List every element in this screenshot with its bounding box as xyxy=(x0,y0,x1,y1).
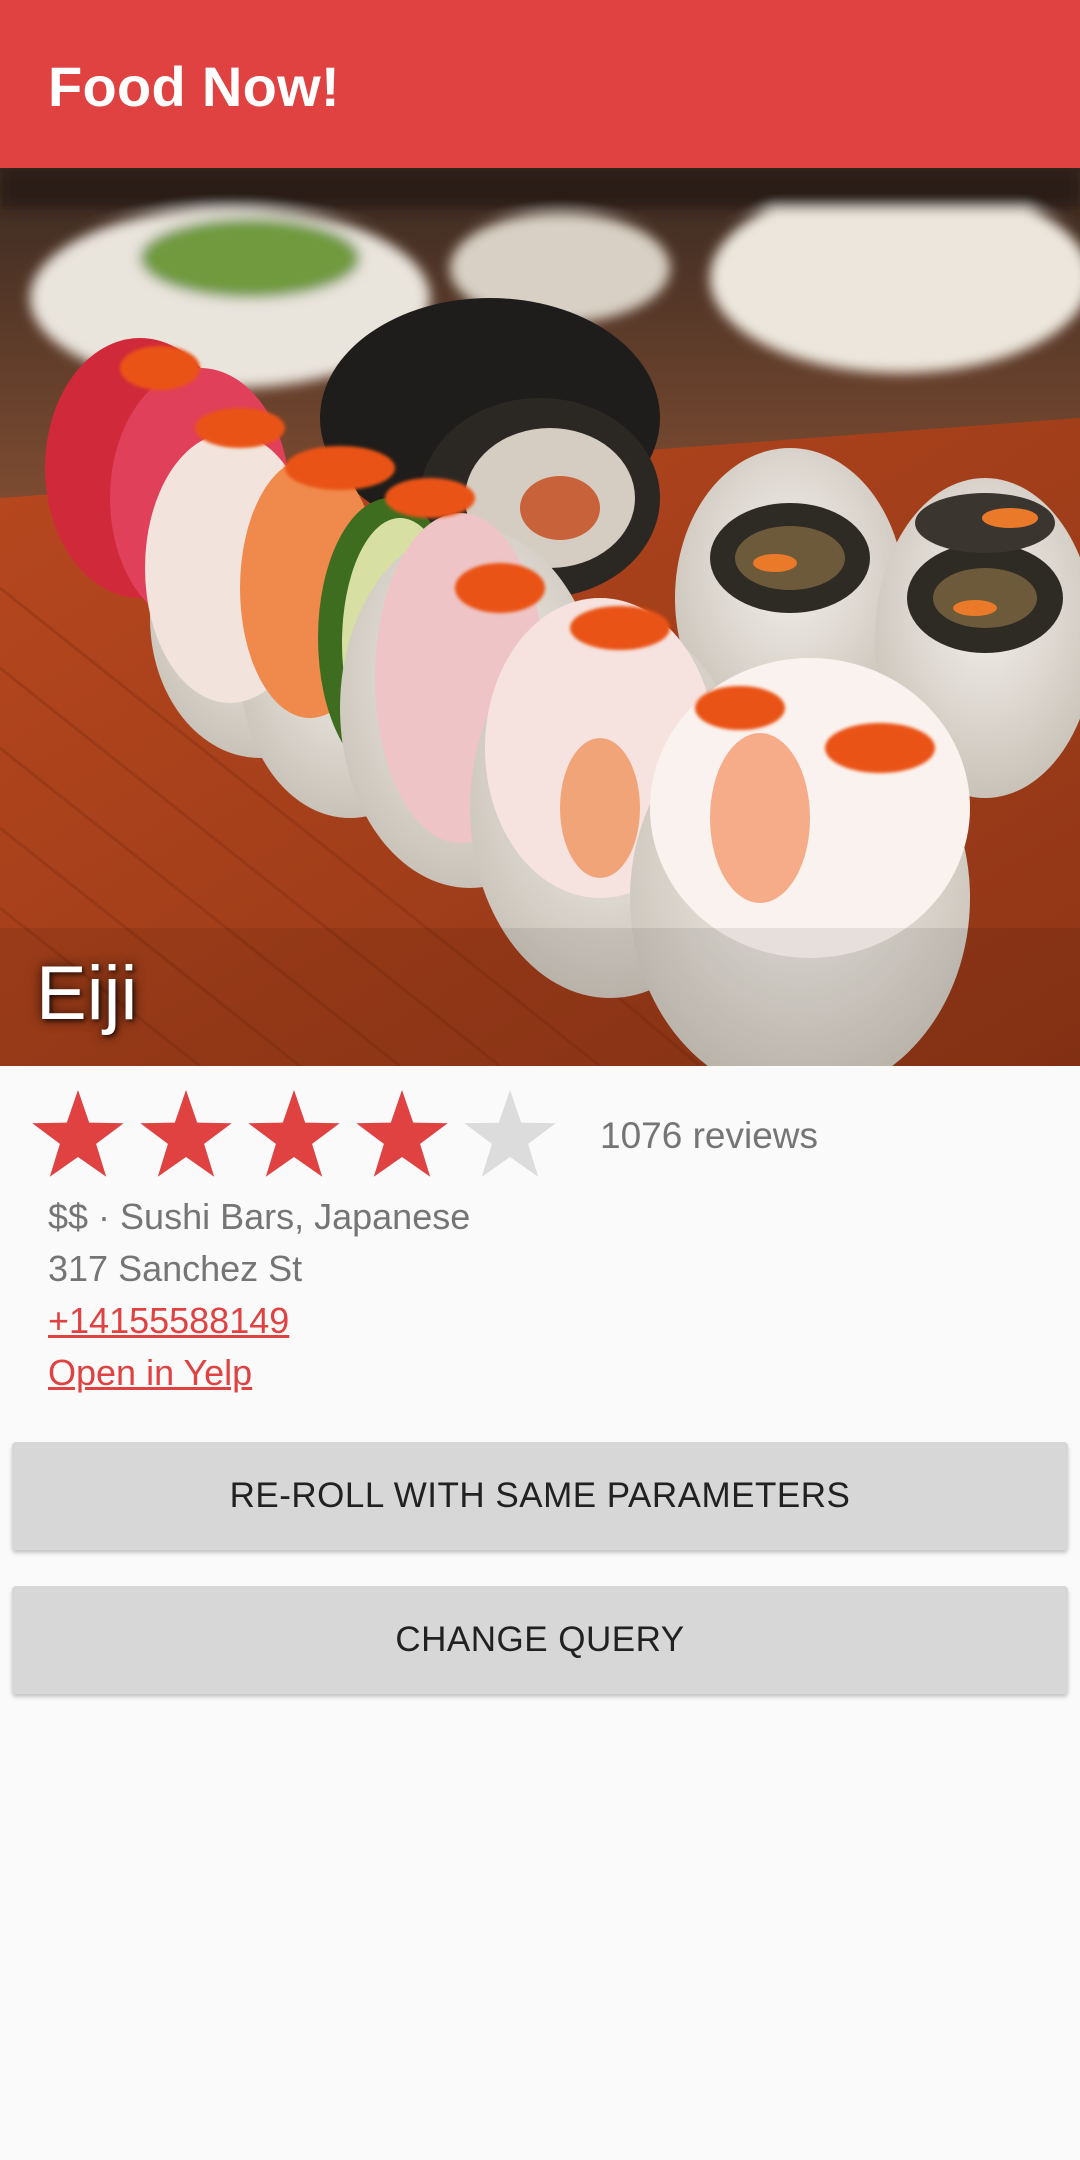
restaurant-photo xyxy=(0,168,1080,1066)
star-filled-icon xyxy=(140,1090,232,1177)
open-in-yelp-link[interactable]: Open in Yelp xyxy=(48,1352,252,1394)
change-query-button[interactable]: CHANGE QUERY xyxy=(12,1586,1068,1694)
app-bar: Food Now! xyxy=(0,0,1080,168)
review-count: 1076 reviews xyxy=(600,1115,819,1156)
price-categories: $$ · Sushi Bars, Japanese xyxy=(48,1196,471,1237)
phone-link[interactable]: +14155588149 xyxy=(48,1300,289,1342)
restaurant-name: Eiji xyxy=(36,951,138,1036)
star-filled-icon xyxy=(32,1090,124,1177)
star-empty-icon xyxy=(464,1090,556,1177)
app-title: Food Now! xyxy=(48,55,340,118)
star-filled-icon xyxy=(356,1090,448,1177)
star-filled-icon xyxy=(248,1090,340,1177)
address: 317 Sanchez St xyxy=(48,1248,303,1289)
rating-row: 1076 reviews xyxy=(30,1088,818,1184)
reroll-button[interactable]: RE-ROLL WITH SAME PARAMETERS xyxy=(12,1442,1068,1550)
sushi-photo-icon xyxy=(0,168,1080,1066)
